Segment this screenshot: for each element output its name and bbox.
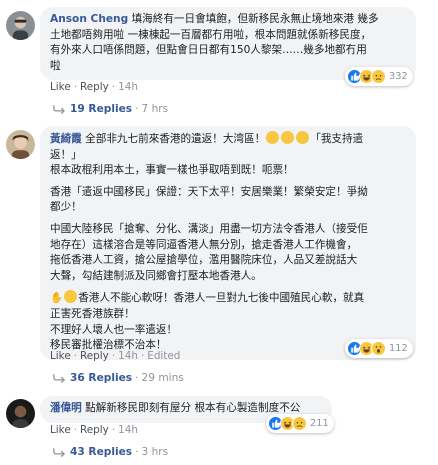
sad-icon	[371, 69, 386, 84]
replies-time: 29 mins	[141, 372, 184, 384]
comment-text-line: 土地都唔夠用啦 一棟棟起一百層都冇用啦，根本問題就係新移民度，	[50, 28, 372, 41]
reaction-count: 332	[389, 71, 408, 82]
replies-count[interactable]: 36 Replies	[70, 372, 132, 384]
comment-text-line: 正害死香港族群！	[50, 307, 135, 320]
comment-actions: Like · Reply · 14h	[50, 81, 138, 93]
reaction-count: 112	[389, 343, 408, 354]
comment-text-line: 全部非九七前來香港的遺返！大湾區！	[85, 133, 266, 145]
comment-text-line: 地存在）這樣溶合是等同逼香港人無分別，搶走香港人工作機會，	[50, 238, 358, 251]
comment-text-line: 「我支持遣	[310, 133, 364, 145]
laughing-emoji-icon	[296, 131, 310, 144]
replies-time: 3 hrs	[141, 446, 169, 458]
replies-count[interactable]: 43 Replies	[70, 446, 132, 458]
comment-text-line: 大聲，勾結建制派及同鄉會打壓本地香港人。	[50, 269, 262, 282]
wow-icon	[371, 341, 386, 356]
reaction-summary[interactable]: 211	[266, 414, 334, 433]
avatar[interactable]	[6, 399, 35, 428]
comment-actions: Like · Reply · 14h · Edited	[50, 350, 181, 362]
laughing-emoji-icon	[64, 290, 78, 304]
avatar[interactable]	[6, 11, 35, 40]
avatar[interactable]	[6, 130, 35, 159]
reply-arrow-icon	[53, 105, 65, 114]
timestamp[interactable]: 14h	[118, 424, 138, 436]
comment-author[interactable]: 潘偉明	[50, 402, 82, 414]
timestamp[interactable]: 14h	[118, 350, 138, 362]
comment-author[interactable]: Anson Cheng	[50, 13, 128, 25]
view-replies-link[interactable]: 19 Replies · 7 hrs	[52, 103, 168, 115]
like-link[interactable]: Like	[50, 424, 71, 436]
like-link[interactable]: Like	[50, 81, 71, 93]
comment-text-line: 填海終有一日會填飽，但新移民永無止境地來港 幾多	[131, 13, 379, 25]
comment-text-line: 點解新移民即刻有屋分 根本有心製造制度不公	[85, 402, 301, 414]
reply-arrow-icon	[53, 448, 65, 457]
reaction-summary[interactable]: 112	[345, 339, 413, 358]
comment-author[interactable]: 黃綺霞	[50, 133, 82, 145]
comment-bubble: 黃綺霞 全部非九七前來香港的遺返！大湾區！ 「我支持遣 返！」 根本政棍利用本土，…	[40, 126, 416, 360]
comment-text-line: 香港人不能心軟呀！香港人一旦對九七後中國殖民心軟，就真	[78, 292, 365, 305]
reaction-summary[interactable]: 332	[345, 67, 413, 86]
comment-text-line: 都少！	[50, 201, 82, 214]
comment-text-line: 不理好人壞人也一率遣返！	[50, 323, 178, 336]
edited-label[interactable]: Edited	[147, 350, 180, 362]
comment-text-line: 根本政棍利用本土，事實一樣也爭取唔到既！呃票！	[50, 164, 294, 177]
comment-text-line: 中國大陸移民「搶奪、分化、溝淡」用盡一切方法令香港人（接受佢	[50, 222, 368, 235]
reply-link[interactable]: Reply	[80, 81, 109, 93]
view-replies-link[interactable]: 36 Replies · 29 mins	[52, 372, 184, 384]
comment-text-line: 拖低香港人工資，搶公屋搶學位，濫用醫院床位，人品又差說話大	[50, 254, 358, 267]
reply-arrow-icon	[53, 374, 65, 383]
comment-actions: Like · Reply · 14h	[50, 424, 138, 436]
sad-icon	[292, 416, 307, 431]
like-link[interactable]: Like	[50, 350, 71, 362]
reaction-count: 211	[310, 418, 329, 429]
timestamp[interactable]: 14h	[118, 81, 138, 93]
replies-time: 7 hrs	[141, 103, 169, 115]
laughing-emoji-icon	[281, 131, 295, 144]
comment-text-line: 香港「遣返中國移民」保證：天下太平！安居樂業！繁榮安定！爭拗	[50, 185, 368, 198]
comment-text-line: 有外來人口唔係問題，但點會日日都有150人黎架……幾多地都冇用	[50, 44, 367, 57]
comment-text-line: 返！」	[50, 148, 82, 161]
reply-link[interactable]: Reply	[80, 350, 109, 362]
view-replies-link[interactable]: 43 Replies · 3 hrs	[52, 446, 168, 458]
laughing-emoji-icon	[266, 131, 280, 144]
reply-link[interactable]: Reply	[80, 424, 109, 436]
replies-count[interactable]: 19 Replies	[70, 103, 132, 115]
raised-hand-emoji-icon: ✋	[50, 292, 64, 305]
